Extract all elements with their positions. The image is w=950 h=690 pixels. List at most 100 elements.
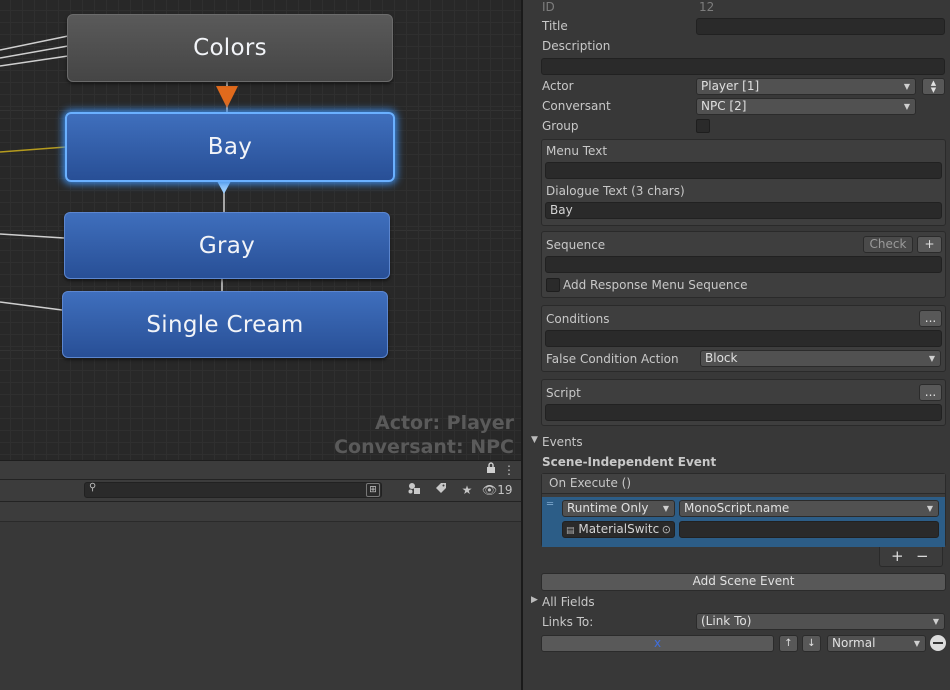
link-arrow-blue-icon (217, 181, 231, 194)
function-dropdown[interactable]: MonoScript.name ▼ (679, 500, 939, 517)
move-link-up-button[interactable]: ↑ (779, 635, 798, 652)
all-fields-foldout-icon[interactable]: ▶ (531, 595, 538, 605)
links-to-label: Links To: (542, 615, 594, 629)
actor-value: Player [1] (701, 79, 760, 93)
node-gray[interactable]: Gray (64, 212, 390, 279)
check-button[interactable]: Check (863, 236, 913, 253)
drag-handle-icon[interactable]: ═ (547, 499, 553, 510)
script-file-icon: ▤ (566, 526, 575, 536)
title-label: Title (542, 19, 568, 33)
conditions-wizard-button[interactable]: ... (919, 310, 942, 327)
add-response-menu-sequence-label: Add Response Menu Sequence (563, 278, 748, 292)
search-icon: ⚲ (89, 482, 97, 493)
remove-listener-button[interactable]: − (916, 547, 929, 565)
title-field[interactable] (696, 18, 945, 35)
dialogue-graph-canvas[interactable]: Colors Bay Gray Single Cream Actor: Play… (0, 0, 522, 460)
move-link-down-button[interactable]: ↓ (802, 635, 821, 652)
chevron-down-icon: ▼ (903, 102, 910, 111)
script-field[interactable] (545, 404, 942, 421)
hidden-count[interactable]: 👁19 (482, 481, 518, 499)
object-field[interactable]: ▤ MaterialSwitc ⊙ (562, 521, 675, 538)
on-execute-header: On Execute () (542, 474, 945, 494)
conditions-field[interactable] (545, 330, 942, 347)
node-title: Colors (193, 35, 267, 61)
link-priority-dropdown[interactable]: Normal ▼ (827, 635, 926, 652)
arrow-up-icon: ↑ (784, 638, 793, 649)
dialogue-text-label: Dialogue Text (3 chars) (546, 184, 685, 198)
node-single-cream[interactable]: Single Cream (62, 291, 388, 358)
node-title: Bay (207, 134, 253, 160)
conversant-value: NPC [2] (701, 99, 747, 113)
chevron-down-icon: ▼ (926, 504, 933, 513)
conversant-dropdown[interactable]: NPC [2] ▼ (696, 98, 916, 115)
favorite-star-icon[interactable]: ★ (456, 481, 478, 499)
minus-icon (933, 642, 943, 644)
eye-hidden-icon: 👁 (482, 483, 498, 497)
false-condition-dropdown[interactable]: Block ▼ (700, 350, 941, 367)
chevron-down-icon: ▼ (662, 504, 669, 513)
links-to-value: (Link To) (701, 614, 752, 628)
link-priority-value: Normal (832, 636, 876, 650)
listener-controls: + − (879, 547, 943, 567)
link-arrow-orange-icon (216, 86, 238, 108)
label-tag-icon[interactable] (430, 481, 452, 499)
group-checkbox[interactable] (696, 119, 710, 133)
dialogue-text-field[interactable]: Bay (545, 202, 942, 219)
search-filter-icon[interactable]: ⊞ (366, 483, 380, 497)
runtime-value: Runtime Only (567, 501, 649, 515)
runtime-dropdown[interactable]: Runtime Only ▼ (562, 500, 675, 517)
argument-field[interactable] (679, 521, 939, 538)
chevron-down-icon: ▼ (932, 617, 939, 626)
arrow-down-icon: ↓ (807, 638, 816, 649)
description-field[interactable] (541, 58, 945, 75)
id-value: 12 (699, 0, 715, 14)
add-listener-button[interactable]: + (891, 547, 904, 565)
inspector-panel: ID 12 Title Description Actor Player [1]… (523, 0, 950, 690)
swap-actor-button[interactable]: ▲ ▼ (922, 78, 945, 95)
links-to-dropdown[interactable]: (Link To) ▼ (696, 613, 945, 630)
sequence-field[interactable] (545, 256, 942, 273)
chevron-down-icon: ▼ (928, 354, 935, 363)
panel-header: ⋮ (0, 460, 522, 480)
add-response-menu-sequence-checkbox[interactable] (546, 278, 560, 292)
menu-text-label: Menu Text (546, 144, 608, 158)
chevron-down-icon: ▼ (913, 639, 920, 648)
actor-dropdown[interactable]: Player [1] ▼ (696, 78, 916, 95)
conversant-label: Conversant (542, 99, 611, 113)
id-label: ID (542, 0, 555, 14)
sequence-add-button[interactable]: + (917, 236, 942, 253)
scene-independent-event-label: Scene-Independent Event (542, 455, 717, 469)
add-scene-event-button[interactable]: Add Scene Event (541, 573, 946, 591)
script-wizard-button[interactable]: ... (919, 384, 942, 401)
events-foldout-icon[interactable]: ▼ (531, 435, 538, 445)
panel-toolbar: ⚲ ⊞ ★ 👁19 (0, 480, 522, 502)
actor-overlay: Actor: Player (374, 412, 514, 434)
link-destination-button[interactable]: x (541, 635, 774, 652)
node-title: Gray (198, 232, 256, 259)
node-colors[interactable]: Colors (67, 14, 393, 82)
search-input[interactable]: ⚲ ⊞ (84, 482, 382, 498)
function-value: MonoScript.name (684, 501, 790, 515)
false-condition-label: False Condition Action (546, 352, 679, 366)
description-label: Description (542, 39, 611, 53)
event-listener-row[interactable]: ═ Runtime Only ▼ MonoScript.name ▼ ▤ Mat… (542, 497, 945, 547)
script-label: Script (546, 386, 581, 400)
on-execute-label: On Execute () (549, 476, 632, 490)
filter-by-type-icon[interactable] (404, 481, 426, 499)
sequence-label: Sequence (546, 238, 606, 252)
conversant-overlay: Conversant: NPC (334, 436, 514, 458)
all-fields-label[interactable]: All Fields (542, 595, 595, 609)
kebab-menu-icon[interactable]: ⋮ (498, 461, 520, 479)
actor-label: Actor (542, 79, 574, 93)
conditions-label: Conditions (546, 312, 610, 326)
false-condition-value: Block (705, 351, 738, 365)
remove-link-button[interactable] (930, 635, 946, 651)
project-list-header (0, 502, 522, 522)
object-picker-icon[interactable]: ⊙ (662, 522, 671, 537)
events-label[interactable]: Events (542, 435, 583, 449)
menu-text-field[interactable] (545, 162, 942, 179)
node-title: Single Cream (146, 311, 304, 338)
object-value: MaterialSwitc (578, 522, 660, 536)
group-label: Group (542, 119, 579, 133)
node-bay[interactable]: Bay (65, 112, 395, 182)
